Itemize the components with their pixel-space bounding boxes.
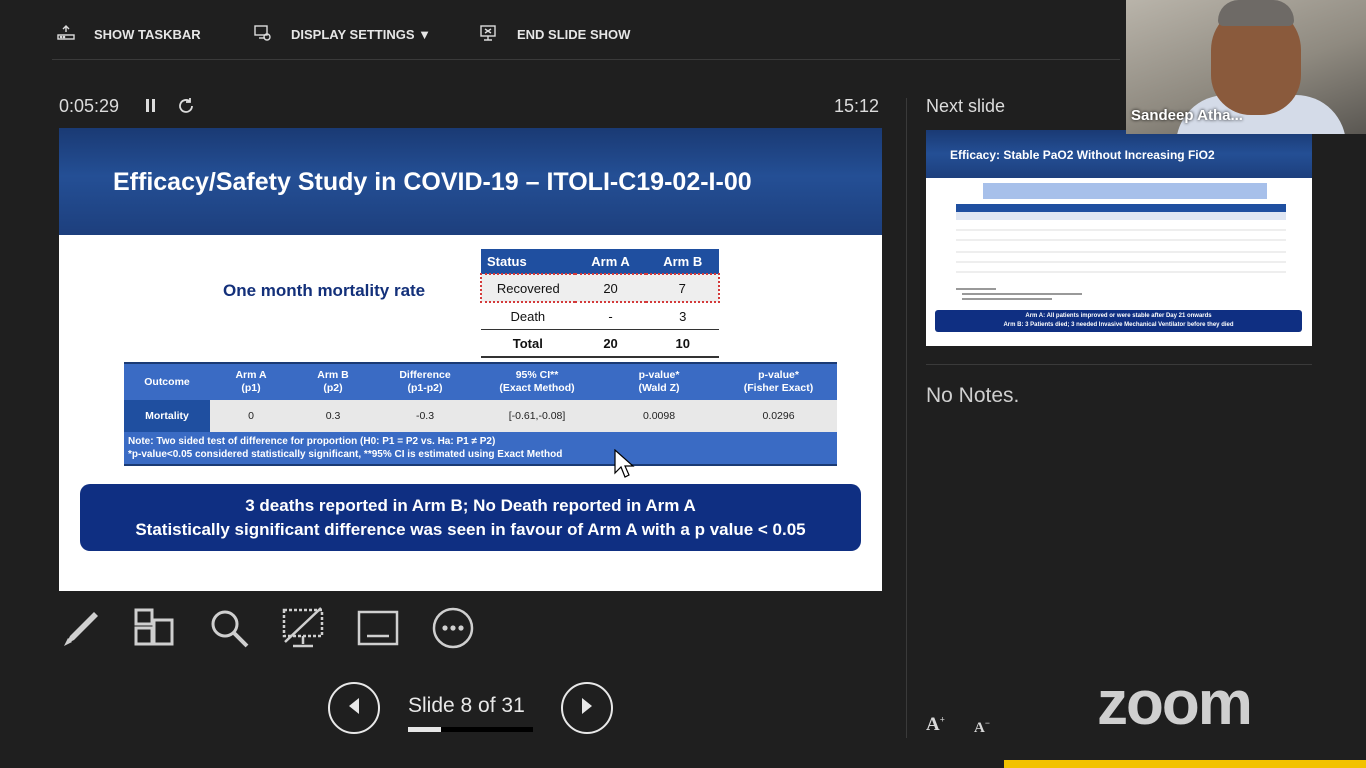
elapsed-timer: 0:05:29 (59, 96, 120, 116)
show-taskbar-label: SHOW TASKBAR (94, 26, 201, 42)
table-cell: 0.0098 (598, 400, 720, 432)
table-cell: -0.3 (374, 400, 476, 432)
pen-tool-icon[interactable] (60, 606, 104, 650)
previous-slide-button[interactable] (328, 682, 380, 734)
progress-fill (408, 727, 441, 732)
speaker-notes: No Notes. (926, 384, 1020, 407)
slide-title: Efficacy/Safety Study in COVID-19 – ITOL… (113, 168, 752, 196)
current-slide: Efficacy/Safety Study in COVID-19 – ITOL… (59, 128, 882, 591)
participant-hair (1218, 0, 1294, 26)
pause-icon[interactable] (142, 96, 162, 116)
next-slide-banner: Efficacy: Stable PaO2 Without Increasing… (926, 130, 1312, 178)
end-slide-show-button[interactable]: END SLIDE SHOW (479, 22, 630, 46)
zoom-magnifier-icon[interactable] (207, 606, 251, 650)
notes-divider (926, 364, 1312, 365)
table-header-cell: Outcome (124, 362, 210, 400)
more-options-icon[interactable] (431, 606, 475, 650)
slide-progress-bar (408, 727, 533, 732)
display-settings-icon (253, 23, 273, 46)
table-cell: 3 (679, 308, 687, 324)
table-cell: [-0.61,-0.08] (476, 400, 598, 432)
toolbar-divider (52, 59, 1120, 60)
table-cell: 0 (210, 400, 292, 432)
table-note-row: Note: Two sided test of difference for p… (124, 432, 837, 466)
slide-counter: Slide 8 of 31 (408, 694, 525, 717)
next-slide-label: Next slide (926, 96, 1006, 116)
table-cell: Total (481, 329, 575, 358)
note-line-1: Note: Two sided test of difference for p… (128, 436, 496, 447)
table-cell: Mortality (124, 400, 210, 432)
table-header-cell: Arm A (p1) (210, 362, 292, 400)
summary-line-2: Statistically significant difference was… (135, 520, 806, 539)
see-all-slides-icon[interactable] (132, 606, 176, 650)
slide-title-banner: Efficacy/Safety Study in COVID-19 – ITOL… (59, 128, 882, 235)
increase-font-icon[interactable]: A+ (926, 714, 945, 736)
display-settings-label: DISPLAY SETTINGS ▼ (291, 26, 432, 42)
next-slide-title: Efficacy: Stable PaO2 Without Increasing… (950, 148, 1215, 162)
status-table-header: Status Arm A Arm B (481, 249, 719, 274)
subtitles-icon[interactable] (356, 606, 400, 650)
table-header-cell: Difference (p1-p2) (374, 362, 476, 400)
table-cell: 0.3 (292, 400, 374, 432)
table-note: Note: Two sided test of difference for p… (124, 432, 837, 466)
table-row: Mortality 0 0.3 -0.3 [-0.61,-0.08] 0.009… (124, 400, 837, 432)
mortality-label: One month mortality rate (223, 281, 426, 300)
display-settings-button[interactable]: DISPLAY SETTINGS ▼ (253, 22, 431, 46)
black-screen-icon[interactable] (281, 606, 325, 650)
table-row: Recovered 20 7 (480, 273, 720, 303)
chevron-left-icon (346, 697, 362, 720)
status-table: Status Arm A Arm B Recovered 20 7 Death … (480, 249, 720, 358)
participant-video[interactable]: Sandeep Atha... (1126, 0, 1366, 134)
next-footer-line-2: Arm B: 3 Patients died; 3 needed Invasiv… (1003, 322, 1234, 328)
summary-box: 3 deaths reported in Arm B; No Death rep… (80, 484, 861, 551)
zoom-logo: zoom (1097, 669, 1253, 738)
next-slide-definition-box (983, 183, 1267, 199)
outcome-table: Outcome Arm A (p1) Arm B (p2) Difference (p… (124, 362, 837, 466)
next-slide-button[interactable] (561, 682, 613, 734)
current-time: 15:12 (834, 96, 880, 116)
table-cell: Death (510, 308, 546, 324)
presenter-toolbar: SHOW TASKBAR DISPLAY SETTINGS ▼ END SLID… (0, 0, 1120, 60)
next-footer-line-1: Arm A: All patients improved or were sta… (1025, 313, 1212, 319)
mouse-cursor-icon (614, 448, 636, 486)
table-cell: 10 (646, 329, 719, 358)
status-header: Status (481, 249, 575, 274)
table-header-cell: p-value* (Fisher Exact) (720, 362, 837, 400)
table-row: Death - 3 (481, 302, 719, 330)
table-header-cell: p-value* (Wald Z) (598, 362, 720, 400)
participant-name: Sandeep Atha... (1131, 107, 1243, 124)
chevron-right-icon (579, 697, 595, 720)
summary-line-1: 3 deaths reported in Arm B; No Death rep… (245, 496, 696, 515)
table-cell: 0.0296 (720, 400, 837, 432)
zoom-status-bar (1004, 760, 1366, 768)
show-taskbar-button[interactable]: SHOW TASKBAR (56, 22, 201, 46)
table-cell: 7 (646, 273, 720, 303)
outcome-table-header: Outcome Arm A (p1) Arm B (p2) Difference (p… (124, 362, 837, 400)
arm-a-header: Arm A (574, 249, 647, 274)
table-row: Total 20 10 (481, 329, 719, 358)
table-header-cell: Arm B (p2) (292, 362, 374, 400)
next-slide-footer: Arm A: All patients improved or were sta… (935, 310, 1302, 332)
next-slide-thumbnail[interactable]: Efficacy: Stable PaO2 Without Increasing… (926, 130, 1312, 346)
taskbar-icon (56, 23, 76, 46)
decrease-font-icon[interactable]: A− (974, 718, 990, 737)
panel-divider (906, 98, 907, 738)
end-slideshow-icon (479, 23, 499, 46)
table-cell: - (608, 308, 613, 324)
reset-timer-icon[interactable] (177, 96, 197, 116)
table-header-cell: 95% CI** (Exact Method) (476, 362, 598, 400)
note-line-2: *p-value<0.05 considered statistically s… (128, 449, 563, 460)
table-cell: 20 (574, 273, 647, 303)
table-cell: 20 (574, 329, 647, 358)
table-cell: Recovered (480, 273, 575, 303)
next-slide-table (956, 204, 1286, 300)
arm-b-header: Arm B (646, 249, 719, 274)
end-slide-show-label: END SLIDE SHOW (517, 26, 631, 42)
